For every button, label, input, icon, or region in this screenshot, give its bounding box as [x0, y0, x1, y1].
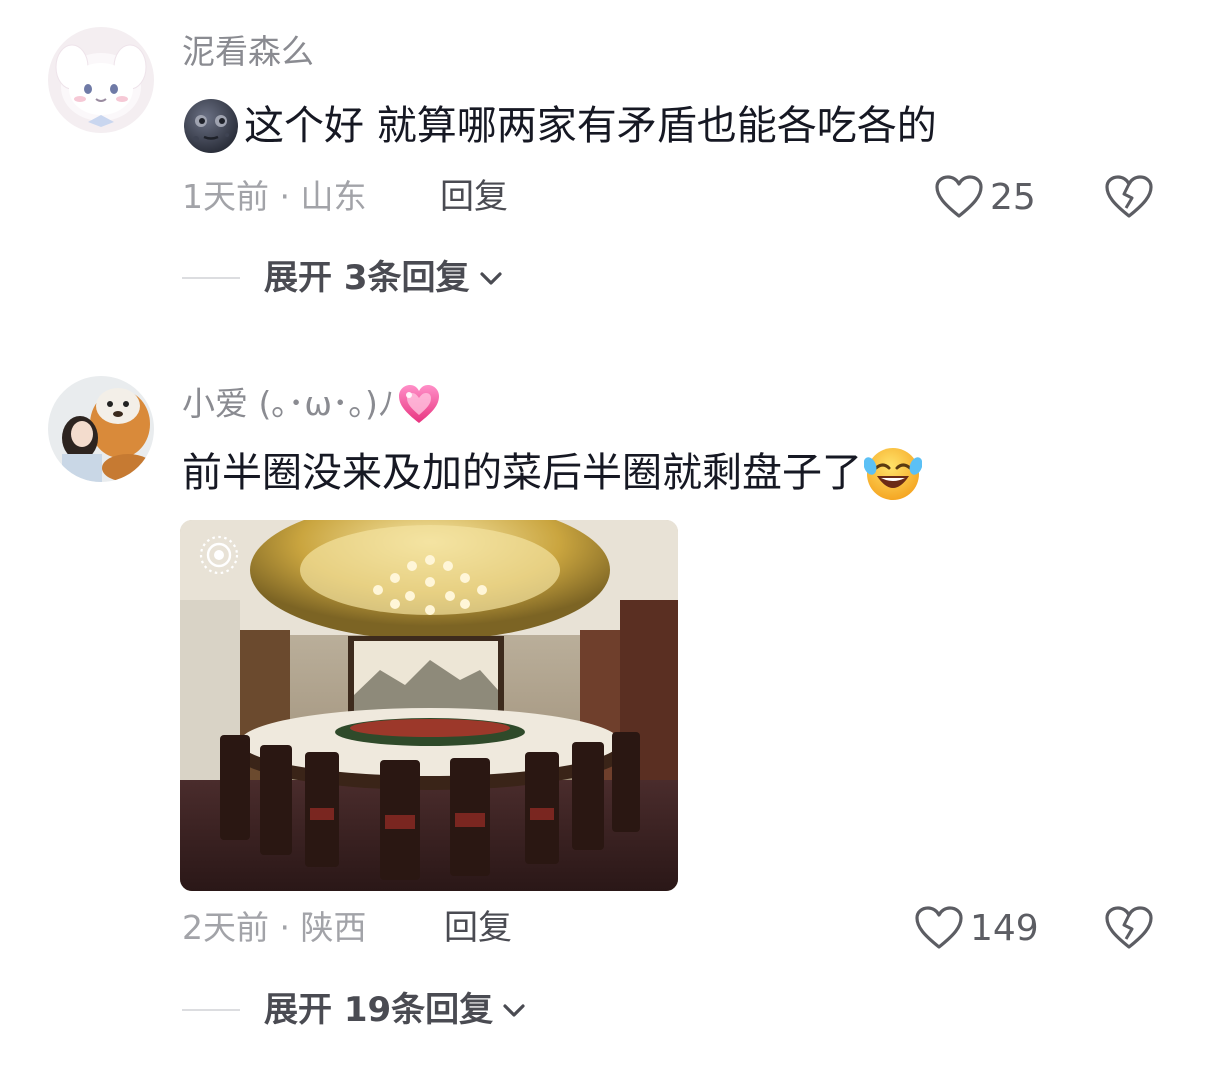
avatar[interactable] [48, 376, 154, 482]
comment-text-content: 前半圈没来及加的菜后半圈就剩盘子了 [182, 450, 862, 496]
broken-heart-icon [1105, 906, 1153, 949]
username[interactable]: 小爱 (｡･ω･｡)ﾉ [182, 381, 442, 427]
comment-item: 小爱 (｡･ω･｡)ﾉ 前半圈没来及加的菜后半圈就剩盘子了 2天前 · 陕西 回… [0, 0, 1206, 1073]
live-photo-icon [199, 535, 239, 575]
time-location: 2天前 · 陕西 [182, 908, 367, 947]
banquet-hall-round-table-photo [180, 520, 678, 891]
like-count: 149 [970, 907, 1039, 949]
dislike-button[interactable] [1104, 905, 1154, 951]
username-text: 小爱 (｡･ω･｡)ﾉ [182, 384, 395, 423]
reply-button[interactable]: 回复 [444, 908, 512, 948]
expand-replies-button[interactable]: 展开 19条回复 [182, 990, 527, 1030]
like-button[interactable]: 149 [914, 905, 1039, 951]
pink-sparkling-heart-emoji [396, 381, 442, 427]
chevron-down-icon [503, 1004, 525, 1017]
divider-line [182, 1009, 240, 1011]
comment-image[interactable] [180, 520, 678, 891]
heart-outline-icon [915, 906, 963, 949]
comment-text: 前半圈没来及加的菜后半圈就剩盘子了 [182, 444, 922, 502]
rolling-laughing-emoji [864, 444, 922, 502]
expand-replies-label: 展开 19条回复 [264, 990, 494, 1030]
